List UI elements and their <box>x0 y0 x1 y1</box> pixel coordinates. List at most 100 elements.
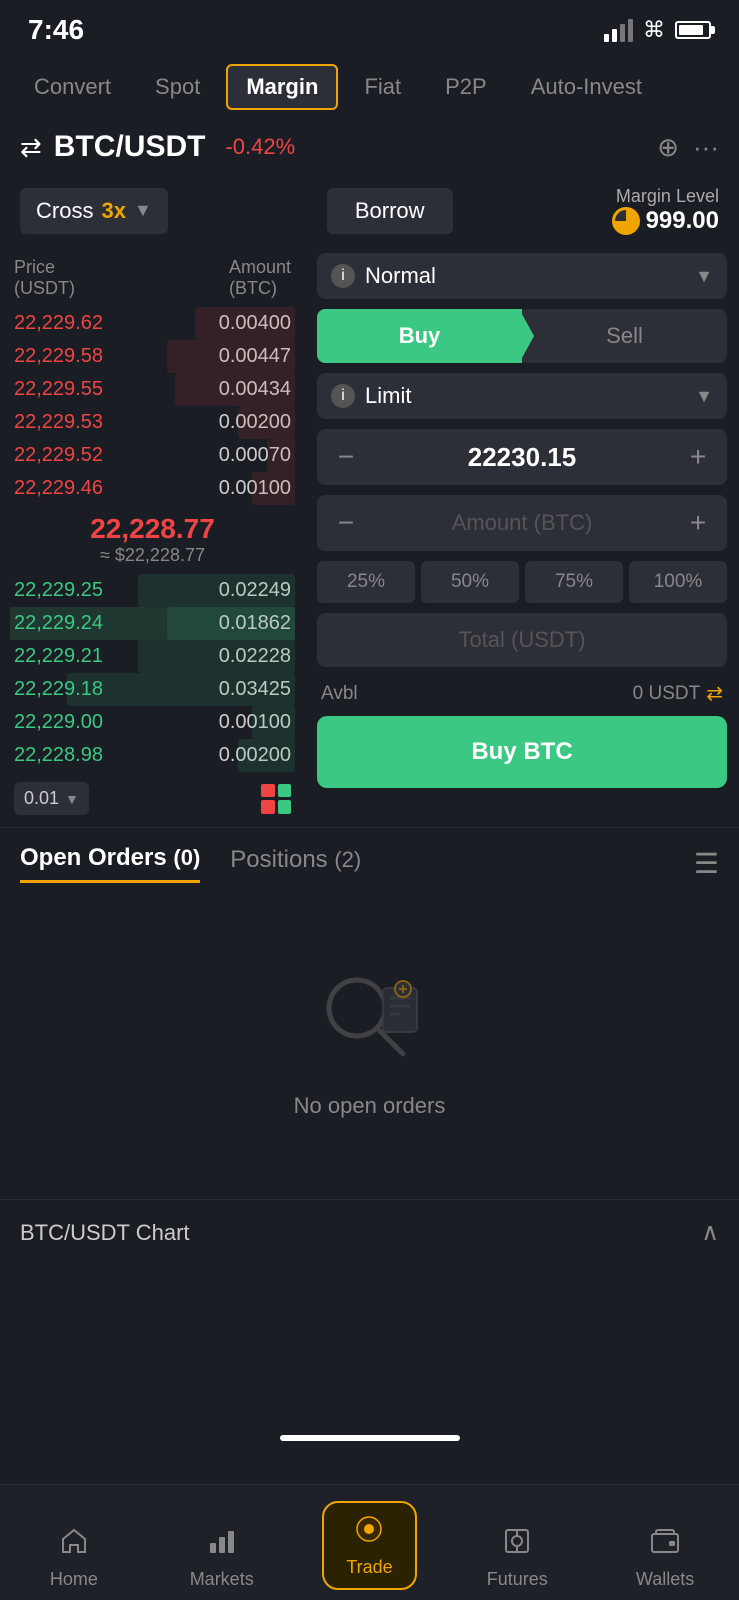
limit-selector[interactable]: i Limit ▼ <box>317 373 727 419</box>
transfer-icon[interactable]: ⇄ <box>706 681 723 706</box>
price-input: − 22230.15 + <box>317 429 727 485</box>
buy-btc-button[interactable]: Buy BTC <box>317 716 727 788</box>
table-row[interactable]: 22,229.25 0.02249 <box>10 574 295 607</box>
filter-icon[interactable]: ☰ <box>694 847 719 880</box>
order-type-label: Normal <box>365 263 685 289</box>
price-minus-button[interactable]: − <box>331 441 361 473</box>
empty-state: No open orders <box>0 883 739 1179</box>
chart-toggle-icon[interactable]: ∧ <box>701 1218 719 1247</box>
nav-markets-label: Markets <box>190 1569 254 1590</box>
decimal-selector[interactable]: 0.01 ▼ <box>14 782 89 815</box>
order-type-chevron-icon: ▼ <box>695 266 713 287</box>
more-icon[interactable]: ··· <box>693 132 719 163</box>
cross-chevron-icon: ▼ <box>134 200 152 221</box>
table-row[interactable]: 22,228.98 0.00200 <box>10 739 295 772</box>
chart-label: BTC/USDT Chart <box>20 1220 190 1246</box>
limit-info-icon: i <box>331 384 355 408</box>
margin-level-number: 999.00 <box>646 207 719 235</box>
limit-label: Limit <box>365 383 685 409</box>
chart-settings-icon[interactable]: ⊕ <box>657 132 679 163</box>
nav-trade[interactable]: Trade <box>296 1501 444 1590</box>
signal-icon <box>604 19 633 42</box>
total-placeholder: Total (USDT) <box>331 627 713 653</box>
pair-header: ⇄ BTC/USDT -0.42% ⊕ ··· <box>0 118 739 176</box>
price-plus-button[interactable]: + <box>683 441 713 473</box>
sell-orders: 22,229.62 0.00400 22,229.58 0.00447 22,2… <box>10 307 295 505</box>
margin-level-value: 999.00 <box>612 207 719 235</box>
tab-convert[interactable]: Convert <box>16 66 129 108</box>
pair-info: ⇄ BTC/USDT -0.42% <box>20 130 295 164</box>
tab-fiat[interactable]: Fiat <box>346 66 419 108</box>
table-row[interactable]: 22,229.55 0.00434 <box>10 373 295 406</box>
pct-100-button[interactable]: 100% <box>629 561 727 603</box>
current-price-usd: ≈ $22,228.77 <box>14 545 291 566</box>
tab-auto-invest[interactable]: Auto-Invest <box>513 66 660 108</box>
pair-name[interactable]: BTC/USDT <box>54 130 206 164</box>
nav-wallets[interactable]: Wallets <box>591 1525 739 1590</box>
margin-level-label: Margin Level <box>612 186 719 207</box>
table-row[interactable]: 22,229.00 0.00100 <box>10 706 295 739</box>
margin-level: Margin Level 999.00 <box>612 186 719 235</box>
ob-amount-header: Amount(BTC) <box>229 257 291 299</box>
pct-75-button[interactable]: 75% <box>525 561 623 603</box>
avbl-label: Avbl <box>321 683 358 705</box>
cross-label: Cross <box>36 198 93 224</box>
nav-futures-label: Futures <box>487 1569 548 1590</box>
tab-margin[interactable]: Margin <box>226 64 338 110</box>
total-input[interactable]: Total (USDT) <box>317 613 727 667</box>
buy-tab[interactable]: Buy <box>317 309 522 363</box>
pair-actions: ⊕ ··· <box>657 132 719 163</box>
price-value[interactable]: 22230.15 <box>371 442 673 473</box>
status-icons: ⌘ <box>604 17 711 43</box>
table-row[interactable]: 22,229.58 0.00447 <box>10 340 295 373</box>
avbl-value: 0 USDT ⇄ <box>633 681 723 706</box>
nav-wallets-label: Wallets <box>636 1569 694 1590</box>
avbl-amount: 0 USDT <box>633 683 701 705</box>
nav-futures[interactable]: Futures <box>443 1525 591 1590</box>
nav-home[interactable]: Home <box>0 1525 148 1590</box>
positions-tab[interactable]: Positions (2) <box>230 846 361 882</box>
table-row[interactable]: 22,229.24 0.01862 <box>10 607 295 640</box>
pair-change: -0.42% <box>225 134 295 160</box>
cross-selector[interactable]: Cross 3x ▼ <box>20 188 168 234</box>
open-orders-tab[interactable]: Open Orders (0) <box>20 844 200 883</box>
amount-input[interactable]: − Amount (BTC) + <box>317 495 727 551</box>
futures-icon <box>501 1525 533 1565</box>
current-price[interactable]: 22,228.77 ≈ $22,228.77 <box>10 505 295 574</box>
percentage-row: 25% 50% 75% 100% <box>317 561 727 603</box>
table-row[interactable]: 22,229.53 0.00200 <box>10 406 295 439</box>
table-row[interactable]: 22,229.52 0.00070 <box>10 439 295 472</box>
order-type-selector[interactable]: i Normal ▼ <box>317 253 727 299</box>
tab-spot[interactable]: Spot <box>137 66 218 108</box>
bottom-nav: Home Markets Trade <box>0 1484 739 1600</box>
sell-tab[interactable]: Sell <box>522 309 727 363</box>
decimal-chevron-icon: ▼ <box>65 791 79 807</box>
borrow-button[interactable]: Borrow <box>327 188 453 234</box>
table-row[interactable]: 22,229.46 0.00100 <box>10 472 295 505</box>
wifi-icon: ⌘ <box>643 17 665 43</box>
pct-50-button[interactable]: 50% <box>421 561 519 603</box>
pct-25-button[interactable]: 25% <box>317 561 415 603</box>
table-row[interactable]: 22,229.21 0.02228 <box>10 640 295 673</box>
ob-header: Price(USDT) Amount(BTC) <box>10 253 295 307</box>
decimal-value: 0.01 <box>24 788 59 809</box>
amount-placeholder: Amount (BTC) <box>371 510 673 536</box>
amount-plus-button[interactable]: + <box>683 507 713 539</box>
swap-icon[interactable]: ⇄ <box>20 132 42 163</box>
nav-markets[interactable]: Markets <box>148 1525 296 1590</box>
current-price-value: 22,228.77 <box>14 513 291 545</box>
markets-icon <box>206 1525 238 1565</box>
order-tabs-row: Open Orders (0) Positions (2) ☰ <box>20 844 719 883</box>
amount-minus-button[interactable]: − <box>331 507 361 539</box>
table-row[interactable]: 22,229.18 0.03425 <box>10 673 295 706</box>
ob-price-header: Price(USDT) <box>14 257 75 299</box>
cross-multiplier: 3x <box>101 198 125 224</box>
trade-icon <box>353 1513 385 1553</box>
order-tabs-section: Open Orders (0) Positions (2) ☰ <box>0 827 739 883</box>
tab-p2p[interactable]: P2P <box>427 66 505 108</box>
chart-section[interactable]: BTC/USDT Chart ∧ <box>0 1199 739 1265</box>
table-row[interactable]: 22,229.62 0.00400 <box>10 307 295 340</box>
order-book: Price(USDT) Amount(BTC) 22,229.62 0.0040… <box>0 245 305 823</box>
chart-view-icon[interactable] <box>261 784 291 814</box>
home-indicator <box>280 1435 460 1441</box>
